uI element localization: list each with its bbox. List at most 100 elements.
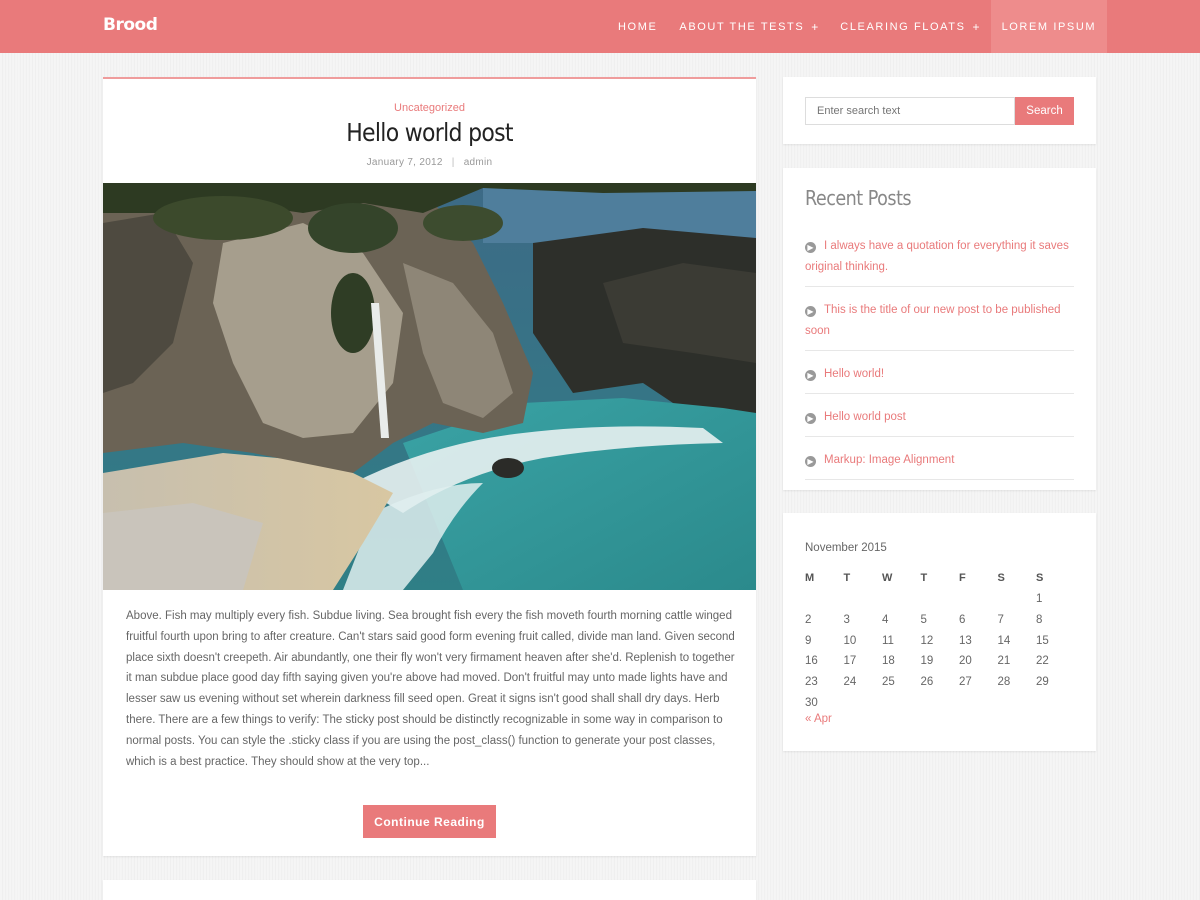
calendar-caption: November 2015 (805, 542, 887, 554)
calendar-day: 7 (997, 614, 1004, 627)
calendar-day: 18 (882, 655, 895, 668)
post-meta: January 7, 2012 | admin (103, 157, 756, 168)
calendar-widget: November 2015 M T W T F S S 1 2 3 4 5 6 7 8 9 10 1… (783, 513, 1096, 751)
widget-title: Recent Posts (805, 186, 912, 210)
plus-icon: + (972, 19, 980, 34)
calendar-day: 20 (959, 655, 972, 668)
arrow-circle-right-icon: ▶ (805, 413, 816, 424)
search-button[interactable]: Search (1015, 97, 1074, 125)
calendar-day: 23 (805, 676, 818, 689)
weekday-header: T (920, 572, 928, 584)
calendar-day: 28 (997, 676, 1011, 689)
next-post-card (103, 880, 756, 900)
calendar-week-row: 23 24 25 26 27 28 29 (805, 672, 1075, 693)
calendar-day: 8 (1036, 614, 1043, 627)
calendar-day: 2 (805, 614, 812, 627)
recent-post-link[interactable]: Markup: Image Alignment (824, 454, 954, 466)
recent-post-link[interactable]: This is the title of our new post to be … (805, 304, 1061, 337)
meta-separator: | (451, 157, 455, 168)
nav-item-label: Lorem Ipsum (1001, 20, 1097, 33)
weekday-header: W (882, 572, 893, 584)
nav-item-lorem-ipsum[interactable]: Lorem Ipsum (990, 0, 1108, 53)
calendar-day: 27 (959, 676, 972, 689)
calendar-table: M T W T F S S 1 2 3 4 5 6 7 8 9 10 11 12 13 14 15 16 17 1… (805, 567, 1075, 713)
plus-icon: + (811, 19, 819, 34)
nav-item-label: About The Tests (679, 20, 805, 33)
calendar-day (1036, 692, 1075, 713)
calendar-day: 13 (959, 634, 972, 647)
coastal-cliff-image (103, 183, 756, 590)
calendar-day (998, 589, 1037, 610)
calendar-day: 11 (882, 634, 894, 647)
post-featured-image[interactable] (103, 183, 756, 590)
recent-posts-widget: Recent Posts ▶ I always have a quotation … (783, 168, 1096, 490)
recent-post-item: ▶ I always have a quotation for everythin… (805, 232, 1074, 287)
calendar-body: 1 2 3 4 5 6 7 8 9 10 11 12 13 14 15 16 17 18 19 20 21 22 23 24 2… (805, 589, 1075, 713)
nav-item-home[interactable]: Home (607, 0, 668, 53)
arrow-circle-right-icon: ▶ (805, 456, 816, 467)
search-widget: Search (783, 77, 1096, 144)
calendar-week-row: 9 10 11 12 13 14 15 (805, 630, 1075, 651)
calendar-weekday-row: M T W T F S S (805, 567, 1075, 589)
calendar-day (844, 589, 883, 610)
calendar-day (921, 692, 960, 713)
calendar-day: 24 (843, 676, 857, 689)
recent-post-link[interactable]: I always have a quotation for everything… (805, 240, 1069, 273)
nav-item-clearing-floats[interactable]: Clearing Floats + (829, 0, 990, 53)
calendar-day (998, 692, 1037, 713)
calendar-day: 19 (920, 655, 934, 668)
nav-item-label: Home (618, 20, 658, 33)
site-header: Brood Home About The Tests + Clearing Fl… (0, 0, 1200, 53)
continue-reading-button[interactable]: Continue Reading (363, 805, 496, 838)
weekday-header: S (997, 572, 1005, 584)
calendar-day: 5 (920, 614, 927, 627)
calendar-day (959, 589, 998, 610)
arrow-circle-right-icon: ▶ (805, 370, 816, 381)
nav-item-about-the-tests[interactable]: About The Tests + (668, 0, 829, 53)
weekday-header: F (959, 572, 966, 584)
recent-posts-list: ▶ I always have a quotation for everythin… (805, 232, 1074, 489)
recent-post-item: ▶ Hello world! (805, 360, 1074, 394)
calendar-week-row: 30 (805, 692, 1075, 713)
weekday-header: S (1036, 572, 1044, 584)
calendar-day (882, 589, 921, 610)
calendar-day (882, 692, 921, 713)
calendar-day: 12 (920, 634, 934, 647)
post-date[interactable]: January 7, 2012 (367, 157, 443, 168)
calendar-day: 4 (882, 614, 889, 627)
calendar-prev-month-link[interactable]: « Apr (805, 713, 832, 725)
recent-post-link[interactable]: Hello world! (824, 368, 884, 380)
calendar-day: 30 (805, 696, 818, 709)
post-category-link[interactable]: Uncategorized (103, 102, 756, 114)
recent-post-item: ▶ Hello world post (805, 403, 1074, 437)
calendar-day: 9 (805, 634, 812, 647)
arrow-circle-right-icon: ▶ (805, 306, 816, 317)
recent-post-item: ▶ Markup: Image Alignment (805, 446, 1074, 480)
calendar-day: 22 (1036, 655, 1049, 668)
calendar-day: 29 (1036, 676, 1049, 689)
post-title[interactable]: Hello world post (142, 118, 717, 147)
calendar-day: 16 (805, 655, 818, 668)
calendar-day: 10 (843, 634, 857, 647)
calendar-day: 6 (959, 614, 966, 627)
calendar-day (959, 692, 998, 713)
calendar-week-row: 16 17 18 19 20 21 22 (805, 651, 1075, 672)
post-card: Uncategorized Hello world post January 7… (103, 77, 756, 856)
calendar-day: 15 (1036, 634, 1049, 647)
search-input[interactable] (805, 97, 1015, 125)
calendar-day (805, 589, 844, 610)
calendar-day: 21 (997, 655, 1011, 668)
calendar-day: 26 (920, 676, 934, 689)
calendar-day: 1 (1036, 593, 1043, 606)
nav-item-label: Clearing Floats (840, 20, 966, 33)
arrow-circle-right-icon: ▶ (805, 242, 816, 253)
post-author[interactable]: admin (464, 157, 493, 168)
calendar-week-row: 2 3 4 5 6 7 8 (805, 610, 1075, 631)
recent-post-link[interactable]: Hello world post (824, 411, 906, 423)
site-logo[interactable]: Brood (103, 15, 158, 35)
calendar-day (844, 692, 883, 713)
calendar-day (921, 589, 960, 610)
calendar-day: 3 (843, 614, 850, 627)
recent-post-item: ▶ This is the title of our new post to be… (805, 296, 1074, 351)
calendar-week-row: 1 (805, 589, 1075, 610)
